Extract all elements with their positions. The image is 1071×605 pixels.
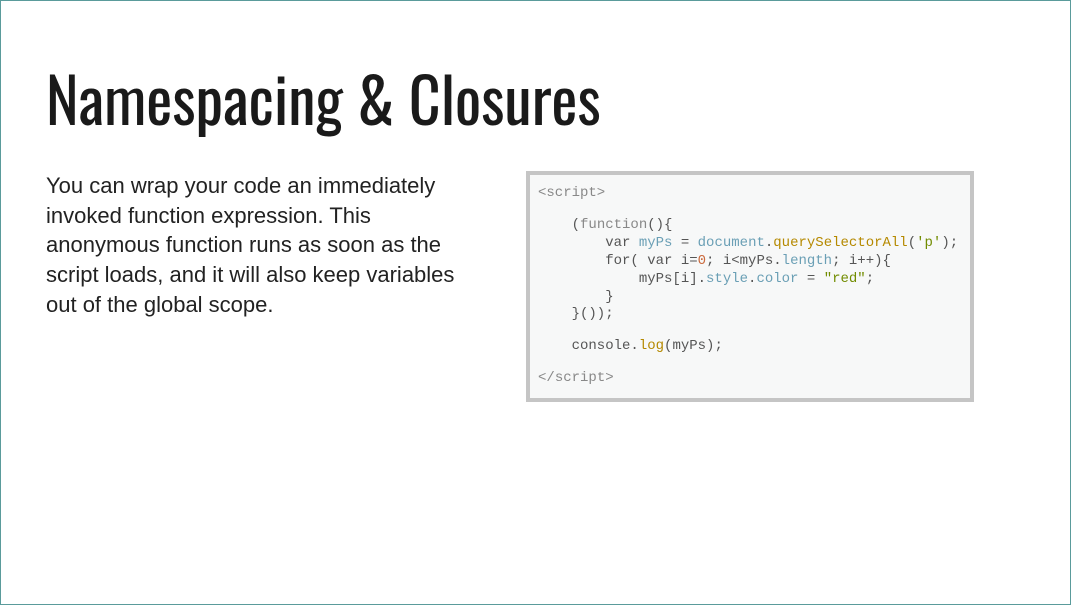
code-line7c: (myPs); — [664, 338, 723, 354]
code-line2d: document — [698, 235, 765, 251]
code-line1a: ( — [538, 217, 580, 233]
code-close-tag-open: </ — [538, 370, 555, 386]
slide-title: Namespacing & Closures — [46, 51, 1025, 143]
code-line1c: (){ — [647, 217, 672, 233]
code-close-tag-close: > — [605, 370, 613, 386]
code-line4a: myPs[i]. — [538, 271, 706, 287]
blank-line — [538, 203, 962, 217]
code-line6: }()); — [538, 306, 614, 322]
slide-body-text: You can wrap your code an immediately in… — [46, 171, 486, 319]
code-line2h: 'p' — [916, 235, 941, 251]
code-line2a: var — [538, 235, 639, 251]
blank-line — [538, 324, 962, 338]
code-line4d: color — [756, 271, 798, 287]
code-line2b: myPs — [639, 235, 673, 251]
code-line4f: "red" — [824, 271, 866, 287]
code-line2i: ); — [941, 235, 958, 251]
code-line2c: = — [672, 235, 697, 251]
code-line3b: 0 — [698, 253, 706, 269]
code-line5: } — [538, 289, 614, 305]
code-line4g: ; — [866, 271, 874, 287]
code-line3c: ; i<myPs. — [706, 253, 782, 269]
code-line2f: querySelectorAll — [773, 235, 907, 251]
code-line7b: log — [639, 338, 664, 354]
code-line1b: function — [580, 217, 647, 233]
code-line3e: ; i++){ — [832, 253, 891, 269]
code-line4b: style — [706, 271, 748, 287]
code-line4e: = — [798, 271, 823, 287]
slide-container: Namespacing & Closures You can wrap your… — [1, 1, 1070, 452]
code-line3a: for( var i= — [538, 253, 698, 269]
code-close-tag-name: script — [555, 370, 605, 386]
blank-line — [538, 356, 962, 370]
code-block: <script> (function(){ var myPs = documen… — [526, 171, 974, 402]
code-line2g: ( — [908, 235, 916, 251]
code-line3d: length — [782, 253, 832, 269]
content-row: You can wrap your code an immediately in… — [46, 171, 1025, 402]
code-open-tag: <script> — [538, 185, 605, 201]
code-line7a: console. — [538, 338, 639, 354]
